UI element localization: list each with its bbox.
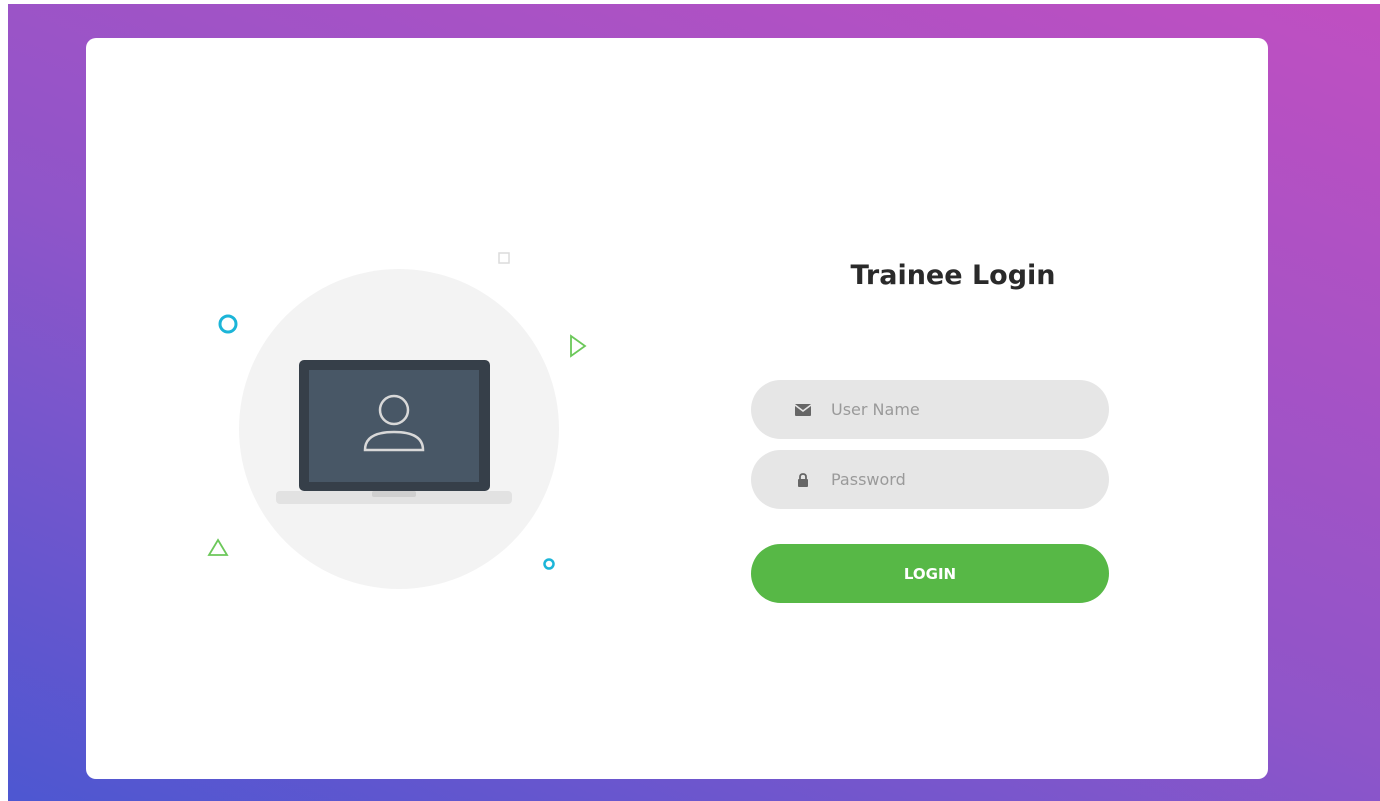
laptop-notch: [372, 491, 416, 497]
username-field[interactable]: [751, 380, 1109, 439]
password-field[interactable]: [751, 450, 1109, 509]
laptop-screen: [309, 370, 479, 482]
password-input[interactable]: [831, 470, 1071, 489]
login-form: Trainee Login LOGIN: [751, 253, 1109, 603]
laptop-illustration: [207, 252, 587, 589]
login-illustration: [180, 244, 630, 604]
lock-icon: [795, 472, 811, 488]
login-card: Trainee Login LOGIN: [86, 38, 1268, 779]
page-title: Trainee Login: [850, 260, 1056, 291]
envelope-icon: [795, 402, 811, 418]
triangle-up-decoration-icon: [207, 538, 229, 556]
small-circle-decoration-icon: [543, 558, 555, 570]
square-decoration-icon: [498, 252, 510, 264]
circle-decoration-icon: [218, 314, 238, 334]
username-input[interactable]: [831, 400, 1071, 419]
login-button[interactable]: LOGIN: [751, 544, 1109, 603]
triangle-right-decoration-icon: [570, 334, 587, 358]
